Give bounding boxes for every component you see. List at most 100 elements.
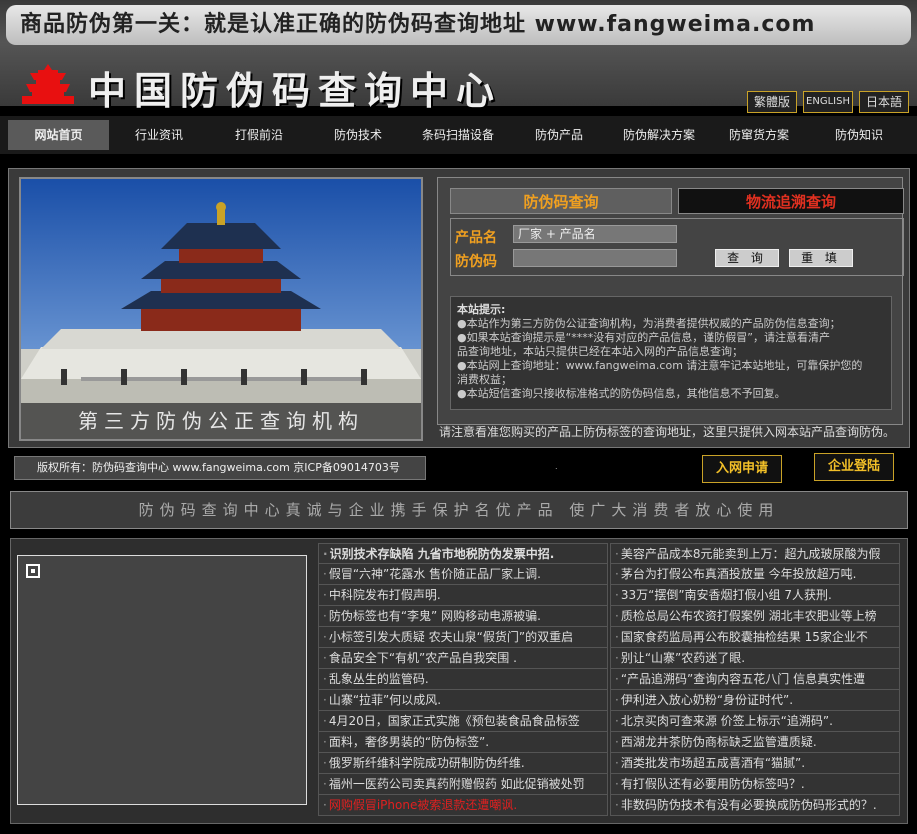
lang-japanese-button[interactable]: 日本語	[859, 91, 909, 113]
news-section: · 识别技术存缺陷 九省市地税防伪发票中招. · 假冒“六神”花露水 售价随正品厂家上…	[10, 538, 908, 824]
photo-caption: 第三方防伪公正查询机构	[21, 403, 421, 439]
notice-line: 消费权益；	[457, 373, 512, 386]
news-item-title[interactable]: 美容产品成本8元能卖到上万：超九成玻尿酸为假	[621, 547, 881, 561]
news-item-title[interactable]: 别让“山寨”农药迷了眼.	[621, 651, 745, 665]
news-item-title[interactable]: 福州一医药公司卖真药附赠假药 如此促销被处罚	[329, 777, 585, 791]
bullet-icon: ·	[615, 567, 619, 581]
news-item-title[interactable]: 中科院发布打假声明.	[329, 588, 441, 602]
news-item-title[interactable]: 北京买肉可查来源 价签上标示“追溯码”.	[621, 714, 833, 728]
news-item[interactable]: · 茅台为打假公布真酒投放量 今年投放超万吨.	[610, 564, 900, 585]
code-input[interactable]	[513, 249, 677, 267]
news-item[interactable]: · 质检总局公布农资打假案例 湖北丰农肥业等上榜	[610, 606, 900, 627]
notice-line: 品查询地址，本站只提供已经在本站入网的产品信息查询；	[457, 345, 743, 358]
news-item-title[interactable]: 山寨“拉菲”何以成风.	[329, 693, 441, 707]
nav-item-home[interactable]: 网站首页	[8, 120, 109, 150]
news-item[interactable]: · 西湖龙井茶防伪商标缺乏监管遭质疑.	[610, 732, 900, 753]
news-item-title[interactable]: 非数码防伪技术有没有必要换成防伪码形式的？.	[621, 798, 877, 812]
news-item[interactable]: · 别让“山寨”农药迷了眼.	[610, 648, 900, 669]
news-item[interactable]: · 假冒“六神”花露水 售价随正品厂家上调.	[318, 564, 608, 585]
bullet-icon: ·	[615, 693, 619, 707]
nav-item-anti-counterfeit-tech[interactable]: 防伪技术	[311, 120, 405, 150]
news-item[interactable]: · 北京买肉可查来源 价签上标示“追溯码”.	[610, 711, 900, 732]
news-item-title[interactable]: 防伪标签也有“李鬼” 网购移动电源被骗.	[329, 609, 541, 623]
nav-item-solutions[interactable]: 防伪解决方案	[612, 120, 706, 150]
tab-logistics-trace[interactable]: 物流追溯查询	[678, 188, 904, 214]
news-item[interactable]: · 国家食药监局再公布胶囊抽检结果 15家企业不	[610, 627, 900, 648]
news-item-title[interactable]: 小标签引发大质疑 农夫山泉“假货门”的双重启	[329, 630, 573, 644]
bullet-icon: ·	[323, 609, 327, 623]
lang-traditional-button[interactable]: 繁體版	[747, 91, 797, 113]
news-item[interactable]: · 4月20日，国家正式实施《预包装食品食品标签	[318, 711, 608, 732]
news-item[interactable]: · 小标签引发大质疑 农夫山泉“假货门”的双重启	[318, 627, 608, 648]
enterprise-login-button[interactable]: 企业登陆	[814, 453, 894, 481]
query-form: 产品名 厂家 + 产品名 防伪码 查 询 重 填	[450, 218, 904, 276]
bullet-icon: ·	[323, 693, 327, 707]
query-panel: 防伪码查询 物流追溯查询 产品名 厂家 + 产品名 防伪码 查 询 重 填 本站…	[437, 177, 904, 425]
nav-item-anti-diversion[interactable]: 防窜货方案	[712, 120, 806, 150]
news-item[interactable]: · 酒类批发市场超五成喜酒有“猫腻”.	[610, 753, 900, 774]
nav-item-anti-fake-frontline[interactable]: 打假前沿	[212, 120, 306, 150]
news-item[interactable]: · “产品追溯码”查询内容五花八门 信息真实性遭	[610, 669, 900, 690]
nav-item-knowledge[interactable]: 防伪知识	[812, 120, 906, 150]
bullet-icon: ·	[615, 547, 619, 561]
news-item-title[interactable]: 乱象丛生的监管码.	[329, 672, 429, 686]
news-item-title[interactable]: 西湖龙井茶防伪商标缺乏监管遭质疑.	[621, 735, 817, 749]
news-item[interactable]: · 33万“摆倒”南安香烟打假小组 7人获刑.	[610, 585, 900, 606]
news-item-title[interactable]: 有打假队还有必要用防伪标签吗？.	[621, 777, 805, 791]
news-item-title[interactable]: 茅台为打假公布真酒投放量 今年投放超万吨.	[621, 567, 857, 581]
news-item-title[interactable]: 网购假冒iPhone被索退款还遭嘲讽.	[329, 798, 517, 812]
bullet-icon: ·	[615, 588, 619, 602]
join-network-button[interactable]: 入网申请	[702, 455, 782, 483]
news-item-title[interactable]: 4月20日，国家正式实施《预包装食品食品标签	[329, 714, 580, 728]
temple-logo-icon	[22, 64, 74, 104]
news-item-title[interactable]: 伊利进入放心奶粉“身份证时代”.	[621, 693, 793, 707]
news-item[interactable]: · 面料，奢侈男装的“防伪标签”.	[318, 732, 608, 753]
bullet-icon: ·	[615, 756, 619, 770]
news-item[interactable]: · 防伪标签也有“李鬼” 网购移动电源被骗.	[318, 606, 608, 627]
query-note: 请注意看准您购买的产品上防伪标签的查询地址，这里只提供入网本站产品查询防伪。	[439, 425, 896, 439]
news-item-title[interactable]: “产品追溯码”查询内容五花八门 信息真实性遭	[621, 672, 865, 686]
nav-item-industry-news[interactable]: 行业资讯	[112, 120, 206, 150]
nav-item-products[interactable]: 防伪产品	[512, 120, 606, 150]
news-item[interactable]: · 乱象丛生的监管码.	[318, 669, 608, 690]
product-name-input[interactable]: 厂家 + 产品名	[513, 225, 677, 243]
news-item[interactable]: · 福州一医药公司卖真药附赠假药 如此促销被处罚	[318, 774, 608, 795]
bullet-icon: ·	[615, 672, 619, 686]
lang-english-button[interactable]: ENGLISH	[803, 91, 853, 113]
news-item-title[interactable]: 俄罗斯纤维科学院成功研制防伪纤维.	[329, 756, 525, 770]
news-item-title[interactable]: 食品安全下“有机”农产品自我突围 .	[329, 651, 517, 665]
notice-line: ●如果本站查询提示是“****没有对应的产品信息，谨防假冒”，请注意看清产	[457, 331, 830, 344]
news-list-right: · 美容产品成本8元能卖到上万：超九成玻尿酸为假 · 茅台为打假公布真酒投放量 今年投…	[610, 543, 900, 816]
bullet-icon: ·	[615, 651, 619, 665]
news-item[interactable]: · 识别技术存缺陷 九省市地税防伪发票中招.	[318, 543, 608, 564]
news-item-title[interactable]: 国家食药监局再公布胶囊抽检结果 15家企业不	[621, 630, 868, 644]
query-section: 第三方防伪公正查询机构 防伪码查询 物流追溯查询 产品名 厂家 + 产品名 防伪…	[8, 168, 910, 448]
news-item[interactable]: · 有打假队还有必要用防伪标签吗？.	[610, 774, 900, 795]
news-item-title[interactable]: 酒类批发市场超五成喜酒有“猫腻”.	[621, 756, 805, 770]
news-item-title[interactable]: 识别技术存缺陷 九省市地税防伪发票中招.	[330, 547, 555, 561]
bullet-icon: ·	[323, 547, 328, 561]
nav-item-barcode-equipment[interactable]: 条码扫描设备	[410, 120, 506, 150]
bullet-icon: ·	[323, 588, 327, 602]
news-item[interactable]: · 伊利进入放心奶粉“身份证时代”.	[610, 690, 900, 711]
news-item-title[interactable]: 面料，奢侈男装的“防伪标签”.	[329, 735, 489, 749]
bullet-icon: ·	[323, 714, 327, 728]
news-item[interactable]: · 山寨“拉菲”何以成风.	[318, 690, 608, 711]
copyright-bar: 版权所有：防伪码查询中心 www.fangweima.com 京ICP备0901…	[14, 456, 426, 480]
news-item[interactable]: · 美容产品成本8元能卖到上万：超九成玻尿酸为假	[610, 543, 900, 564]
notice-line: ●本站短信查询只接收标准格式的防伪码信息，其他信息不予回复。	[457, 387, 786, 400]
query-button[interactable]: 查 询	[715, 249, 779, 267]
news-item-title[interactable]: 质检总局公布农资打假案例 湖北丰农肥业等上榜	[621, 609, 877, 623]
news-item[interactable]: · 俄罗斯纤维科学院成功研制防伪纤维.	[318, 753, 608, 774]
news-item-title[interactable]: 假冒“六神”花露水 售价随正品厂家上调.	[329, 567, 541, 581]
news-item[interactable]: · 非数码防伪技术有没有必要换成防伪码形式的？.	[610, 795, 900, 816]
bullet-icon: ·	[323, 798, 327, 812]
temple-of-heaven-photo: 第三方防伪公正查询机构	[19, 177, 423, 441]
news-item-title[interactable]: 33万“摆倒”南安香烟打假小组 7人获刑.	[621, 588, 832, 602]
tab-anticounterfeit-query[interactable]: 防伪码查询	[450, 188, 672, 214]
separator-dot: .	[555, 462, 558, 471]
news-item[interactable]: · 食品安全下“有机”农产品自我突围 .	[318, 648, 608, 669]
news-item[interactable]: · 网购假冒iPhone被索退款还遭嘲讽.	[318, 795, 608, 816]
reset-button[interactable]: 重 填	[789, 249, 853, 267]
news-item[interactable]: · 中科院发布打假声明.	[318, 585, 608, 606]
